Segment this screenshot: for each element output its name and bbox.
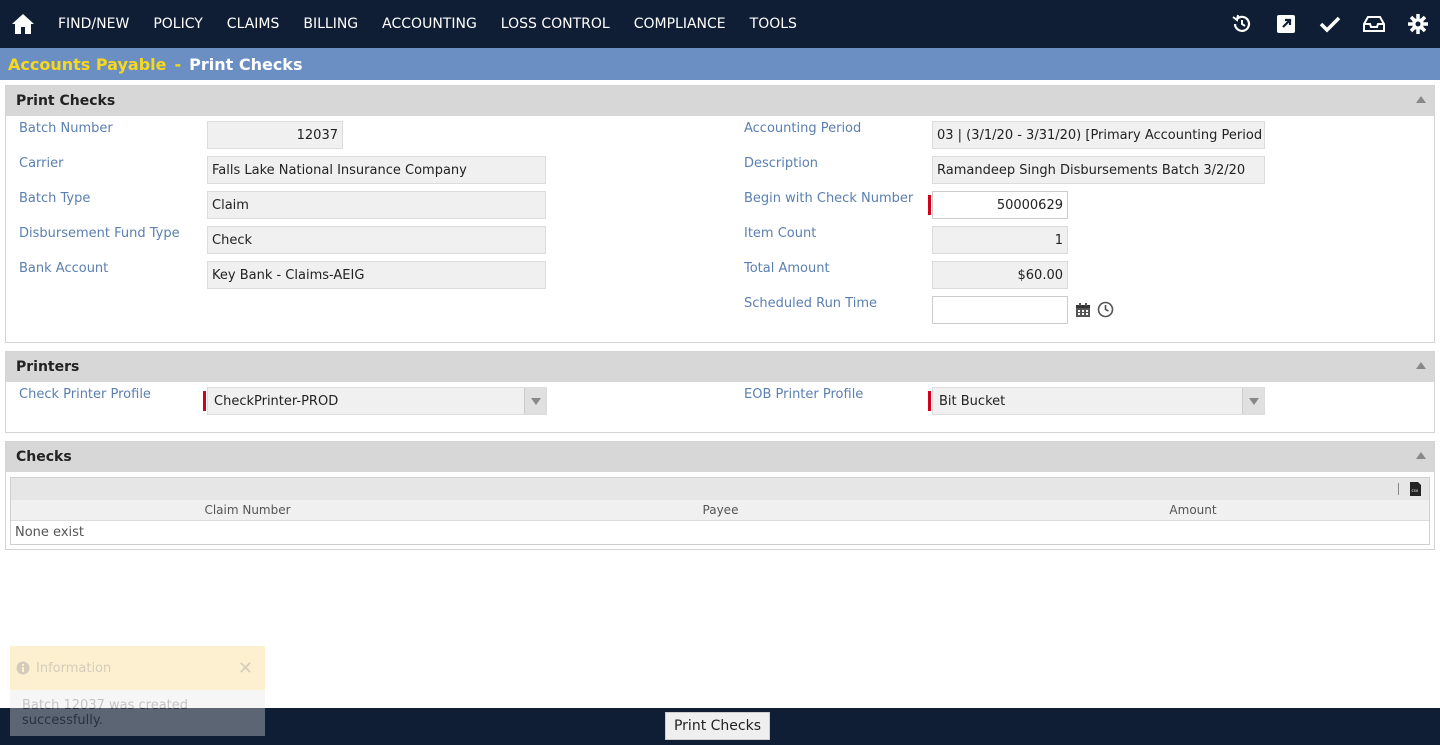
carrier-label: Carrier <box>19 156 64 171</box>
total-amount-label: Total Amount <box>744 261 830 276</box>
printers-header: Printers <box>6 352 1434 382</box>
check-printer-profile-label: Check Printer Profile <box>19 387 151 402</box>
batch-number-field: 12037 <box>207 121 343 149</box>
breadcrumb-accounts-payable[interactable]: Accounts Payable <box>8 55 166 74</box>
disbursement-fund-type-field: Check <box>207 226 546 254</box>
batch-type-field: Claim <box>207 191 546 219</box>
checkmark-icon[interactable] <box>1308 0 1352 48</box>
collapse-icon[interactable] <box>1416 96 1426 103</box>
bank-account-field: Key Bank - Claims-AEIG <box>207 261 546 289</box>
gear-icon[interactable] <box>1396 0 1440 48</box>
chevron-down-icon <box>524 388 546 414</box>
info-toast: Information ✕ Batch 12037 was created su… <box>10 646 265 736</box>
nav-policy[interactable]: POLICY <box>141 0 214 48</box>
nav-tools[interactable]: TOOLS <box>738 0 809 48</box>
eob-printer-profile-select[interactable]: Bit Bucket <box>932 387 1265 415</box>
required-indicator <box>928 391 931 411</box>
check-printer-profile-select[interactable]: CheckPrinter-PROD <box>207 387 547 415</box>
description-label: Description <box>744 156 819 171</box>
accounting-period-field: 03 | (3/1/20 - 3/31/20) [Primary Account… <box>932 121 1265 149</box>
description-field: Ramandeep Singh Disbursements Batch 3/2/… <box>932 156 1265 184</box>
disbursement-fund-type-label: Disbursement Fund Type <box>19 226 180 241</box>
breadcrumb-separator: - <box>174 54 182 74</box>
info-icon <box>16 661 30 675</box>
eob-printer-profile-value: Bit Bucket <box>939 393 1006 409</box>
calendar-icon[interactable] <box>1075 302 1091 322</box>
bank-account-label: Bank Account <box>19 261 109 276</box>
begin-check-number-input[interactable]: 50000629 <box>932 191 1068 219</box>
breadcrumb: Accounts Payable - Print Checks <box>0 48 1440 80</box>
history-icon[interactable] <box>1220 0 1264 48</box>
nav-find-new[interactable]: FIND/NEW <box>46 0 141 48</box>
checks-header: Checks <box>6 442 1434 472</box>
scheduled-run-time-input[interactable] <box>932 296 1068 324</box>
nav-billing[interactable]: BILLING <box>291 0 370 48</box>
print-checks-title: Print Checks <box>16 93 116 109</box>
print-checks-button[interactable]: Print Checks <box>665 712 770 740</box>
home-icon[interactable] <box>0 0 46 48</box>
batch-type-label: Batch Type <box>19 191 91 206</box>
collapse-icon[interactable] <box>1416 362 1426 369</box>
total-amount-field: $60.00 <box>932 261 1068 289</box>
collapse-icon[interactable] <box>1416 452 1426 459</box>
nav-right-icons <box>1220 0 1440 48</box>
grid-empty-row: None exist <box>11 520 1429 544</box>
toast-title: Information <box>36 660 112 676</box>
nav-accounting[interactable]: ACCOUNTING <box>370 0 489 48</box>
batch-number-label: Batch Number <box>19 121 113 136</box>
print-checks-header: Print Checks <box>6 86 1434 116</box>
page-title: Print Checks <box>189 54 303 74</box>
chevron-down-icon <box>1242 388 1264 414</box>
toast-message: Batch 12037 was created successfully. <box>10 690 265 736</box>
begin-check-number-label: Begin with Check Number <box>744 191 914 206</box>
nav-compliance[interactable]: COMPLIANCE <box>622 0 738 48</box>
scheduled-run-time-label: Scheduled Run Time <box>744 296 877 311</box>
top-nav: FIND/NEW POLICY CLAIMS BILLING ACCOUNTIN… <box>0 0 1440 48</box>
column-amount[interactable]: Amount <box>957 503 1429 517</box>
grid-toolbar: csv <box>11 478 1429 500</box>
required-indicator <box>928 195 931 215</box>
grid-header-row: Claim Number Payee Amount <box>11 500 1429 520</box>
checks-grid: csv Claim Number Payee Amount None exist <box>10 477 1430 545</box>
required-indicator <box>203 391 206 411</box>
carrier-field: Falls Lake National Insurance Company <box>207 156 546 184</box>
checks-title: Checks <box>16 449 72 465</box>
accounting-period-label: Accounting Period <box>744 121 862 136</box>
item-count-field: 1 <box>932 226 1068 254</box>
eob-printer-profile-label: EOB Printer Profile <box>744 387 864 402</box>
column-payee[interactable]: Payee <box>484 503 957 517</box>
inbox-icon[interactable] <box>1352 0 1396 48</box>
csv-export-icon[interactable]: csv <box>1410 482 1421 500</box>
check-printer-profile-value: CheckPrinter-PROD <box>214 393 339 409</box>
external-link-icon[interactable] <box>1264 0 1308 48</box>
toast-header: Information ✕ <box>10 646 265 690</box>
toolbar-divider <box>1398 483 1399 495</box>
item-count-label: Item Count <box>744 226 817 241</box>
nav-loss-control[interactable]: LOSS CONTROL <box>489 0 622 48</box>
close-icon[interactable]: ✕ <box>238 658 253 679</box>
nav-claims[interactable]: CLAIMS <box>215 0 292 48</box>
column-claim-number[interactable]: Claim Number <box>11 503 484 517</box>
clock-icon[interactable] <box>1097 301 1114 322</box>
svg-text:csv: csv <box>1412 488 1419 493</box>
printers-title: Printers <box>16 359 80 375</box>
